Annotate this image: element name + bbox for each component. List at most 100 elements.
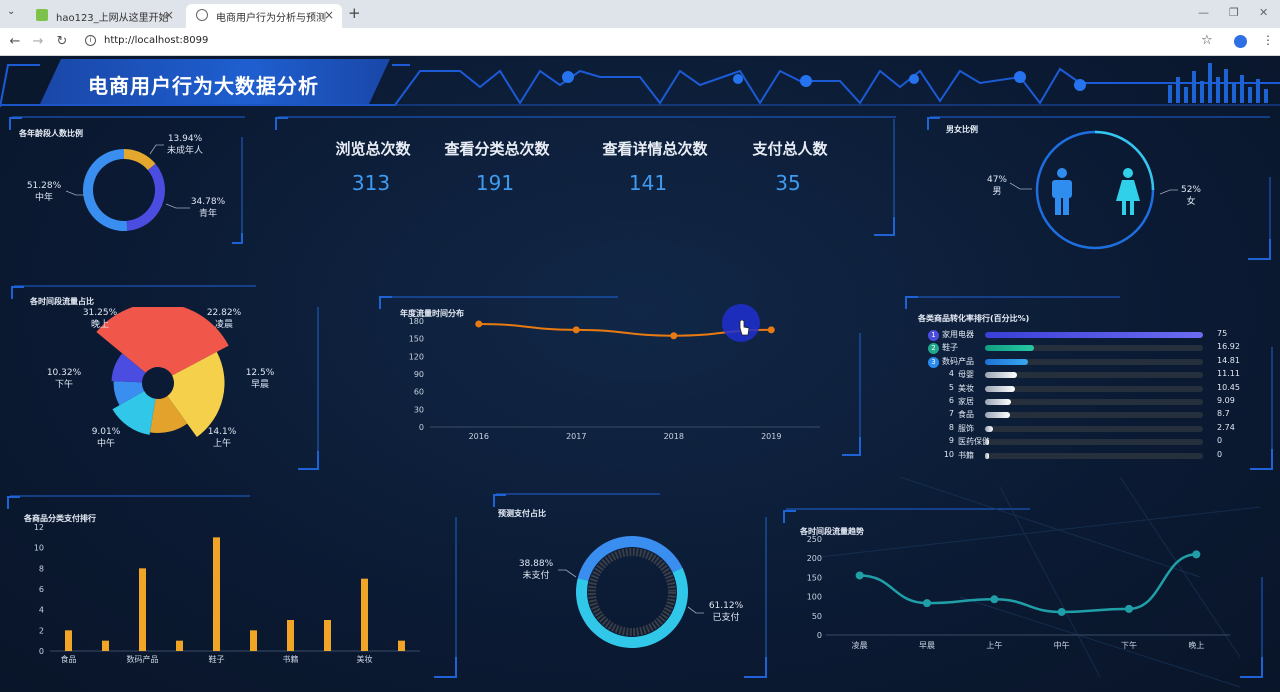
rank-name: 家用电器 <box>942 330 974 339</box>
y-tick-label: 150 <box>807 573 822 582</box>
period-trend-point <box>855 571 864 580</box>
rank-value: 14.81 <box>1217 355 1240 365</box>
rank-bar-fill <box>985 358 1029 365</box>
rank-name: 鞋子 <box>942 343 958 353</box>
rank-bar-track <box>985 345 1203 352</box>
rank-bar-track <box>985 452 1203 459</box>
rank-bar-fill <box>985 332 1203 338</box>
rank-bar-track <box>985 412 1203 419</box>
bookmark-star-icon[interactable]: ☆ <box>1201 33 1213 48</box>
year-flow-point <box>767 326 775 334</box>
y-tick-label: 200 <box>807 554 822 563</box>
ranking-row: 10 书籍 0 <box>928 450 1238 462</box>
rank-bar-fill <box>985 452 990 459</box>
x-tick-label: 早晨 <box>919 641 935 650</box>
x-tick-label: 2019 <box>761 432 781 441</box>
x-tick-label: 中午 <box>1054 640 1070 650</box>
rank-badge: 1 <box>928 330 939 341</box>
period-trend-line <box>859 553 1197 614</box>
tab-title: 电商用户行为分析与预测 <box>216 12 326 24</box>
rank-number: 6 <box>948 396 954 405</box>
conversion-panel-title: 各类商品转化率排行(百分比%) <box>918 314 1030 323</box>
globe-favicon-icon <box>196 9 208 21</box>
browser-tab-dashboard[interactable]: 电商用户行为分析与预测 × <box>186 4 342 28</box>
rank-bar-track <box>985 439 1203 446</box>
rank-bar-fill <box>985 399 1012 405</box>
ranking-row: 4 母婴 11.11 <box>928 369 1240 381</box>
tab-title: hao123_上网从这里开始 <box>56 12 169 24</box>
close-tab-icon[interactable]: × <box>324 8 334 22</box>
rank-value: 9.09 <box>1217 396 1235 405</box>
url-field[interactable]: http://localhost:8099 <box>104 35 208 46</box>
rank-number: 10 <box>943 449 954 459</box>
hao123-favicon-icon <box>36 9 48 21</box>
rank-bar-track <box>985 372 1203 379</box>
rank-badge: 2 <box>928 343 939 355</box>
back-icon[interactable]: ← <box>7 34 23 49</box>
x-tick-label: 凌晨 <box>852 640 868 650</box>
rank-number: 5 <box>948 382 954 392</box>
site-info-icon[interactable]: i <box>85 35 96 46</box>
rank-value: 0 <box>1217 436 1223 446</box>
restore-icon[interactable]: ❐ <box>1229 6 1239 19</box>
reload-icon[interactable]: ↻ <box>54 34 70 49</box>
rank-bar-track <box>985 385 1203 392</box>
rank-value: 2.74 <box>1217 422 1235 432</box>
rank-name: 家居 <box>958 397 974 406</box>
rank-value: 8.7 <box>1217 409 1230 419</box>
rank-name: 书籍 <box>958 450 974 460</box>
rank-bar-track <box>985 332 1203 338</box>
period-trend-point <box>1125 604 1133 613</box>
rank-name: 服饰 <box>958 423 974 433</box>
ranking-row: 9 医药保健 0 <box>928 436 1238 448</box>
rank-value: 75 <box>1217 329 1228 338</box>
rank-bar-fill <box>985 425 993 432</box>
pay-leader-lines <box>558 569 704 614</box>
more-menu-icon[interactable]: ⋮ <box>1262 33 1274 47</box>
rank-number: 9 <box>948 436 954 446</box>
ranking-row: 1 家用电器 75 <box>928 329 1238 341</box>
rank-bar-fill <box>985 345 1035 352</box>
rank-name: 美妆 <box>958 383 974 393</box>
x-tick-label: 晚上 <box>1188 640 1204 650</box>
rank-name: 母婴 <box>958 370 974 380</box>
ranking-row: 3 数码产品 14.81 <box>928 355 1240 368</box>
rank-value: 11.11 <box>1217 369 1240 379</box>
address-bar: ← → ↻ i http://localhost:8099 ☆ ⋮ <box>0 28 1280 56</box>
minimize-icon[interactable]: — <box>1198 6 1209 19</box>
x-tick-label: 上午 <box>986 640 1002 650</box>
rank-name: 食品 <box>958 410 974 420</box>
y-tick-label: 250 <box>807 535 822 544</box>
period-trend-point <box>1057 607 1066 616</box>
browser-tab-bar: ⌄ hao123_上网从这里开始 × 电商用户行为分析与预测 × + — ❐ ✕ <box>0 0 1280 28</box>
rank-number: 4 <box>948 369 954 379</box>
period-trend-point <box>1192 550 1201 559</box>
period-trend-point <box>923 599 931 608</box>
rank-number: 7 <box>948 409 954 419</box>
forward-icon[interactable]: → <box>30 34 46 49</box>
ranking-row: 6 家居 9.09 <box>928 396 1238 408</box>
ranking-row: 7 食品 8.7 <box>928 409 1238 421</box>
tab-list-dropdown-icon[interactable]: ⌄ <box>7 6 15 17</box>
rank-name: 数码产品 <box>942 356 974 366</box>
rank-value: 10.45 <box>1217 382 1240 392</box>
ranking-row: 5 美妆 10.45 <box>928 382 1240 395</box>
rank-bar-track <box>985 425 1203 432</box>
profile-avatar-icon[interactable] <box>1234 35 1247 48</box>
rank-number: 8 <box>948 422 954 432</box>
rank-bar-fill <box>985 439 990 446</box>
browser-tab-hao123[interactable]: hao123_上网从这里开始 × <box>26 4 182 28</box>
y-tick-label: 100 <box>807 593 822 602</box>
close-tab-icon[interactable]: × <box>164 8 174 22</box>
rank-bar-track <box>985 399 1203 405</box>
x-tick-label: 下午 <box>1121 640 1137 650</box>
rank-value: 16.92 <box>1217 342 1240 352</box>
y-tick-label: 50 <box>812 612 822 621</box>
rank-bar-fill <box>985 372 1018 379</box>
rank-badge: 3 <box>928 356 939 368</box>
new-tab-button[interactable]: + <box>348 4 361 22</box>
close-window-icon[interactable]: ✕ <box>1259 6 1268 19</box>
rank-bar-fill <box>985 412 1011 419</box>
rank-value: 0 <box>1217 449 1223 459</box>
ranking-row: 8 服饰 2.74 <box>928 423 1238 435</box>
